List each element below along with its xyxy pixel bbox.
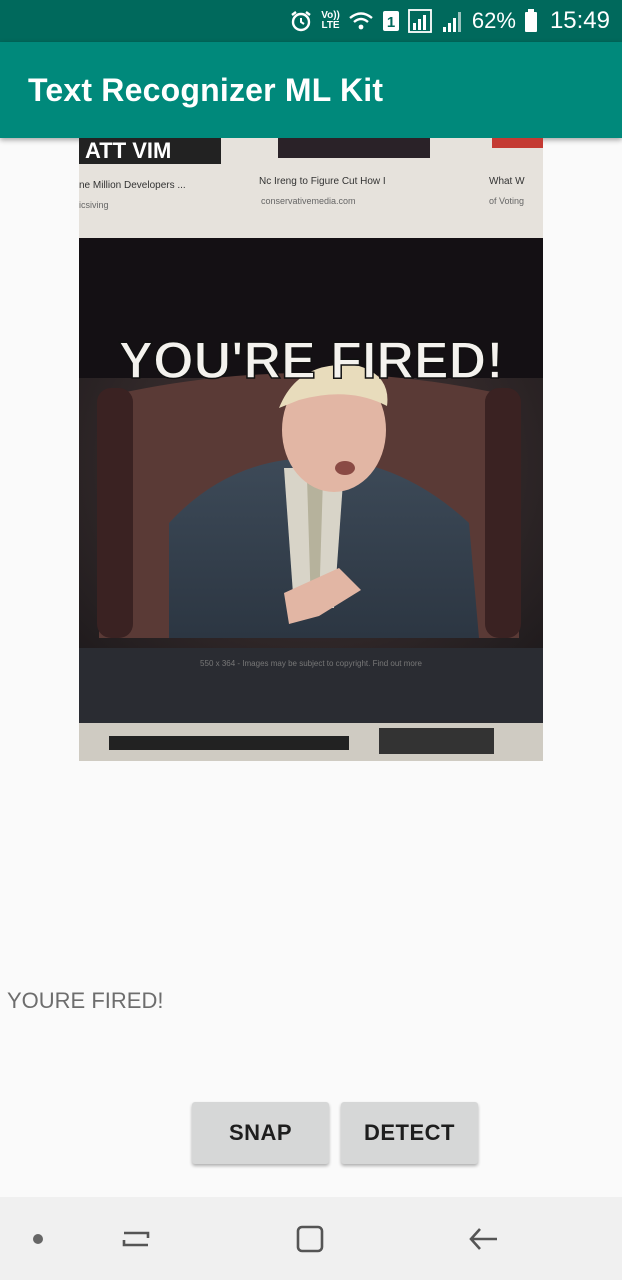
back-icon[interactable]	[458, 1197, 510, 1280]
snippet-1: ne Million Developers ...	[79, 180, 186, 191]
signal-icon-2	[442, 9, 464, 33]
status-bar: Vo)) LTE 1 62% 15:49	[0, 0, 622, 42]
sim-1-icon: 1	[382, 10, 400, 32]
snippet-2: Nc Ireng to Figure Cut How I	[259, 176, 386, 187]
detect-button[interactable]: DETECT	[341, 1102, 478, 1164]
home-icon[interactable]	[284, 1197, 336, 1280]
app-bar: Text Recognizer ML Kit	[0, 42, 622, 138]
copyright-snippet: 550 x 364 - Images may be subject to cop…	[200, 659, 422, 668]
recent-apps-icon[interactable]	[110, 1197, 162, 1280]
snippet-sub-2: conservativemedia.com	[261, 196, 356, 206]
snap-button[interactable]: SNAP	[192, 1102, 329, 1164]
snippet-sub-1: icsiving	[79, 200, 109, 210]
svg-text:ATT VIM: ATT VIM	[85, 138, 171, 163]
snippet-3: What W	[489, 176, 525, 187]
dot-icon[interactable]	[20, 1197, 56, 1280]
volte-icon: Vo)) LTE	[321, 10, 340, 31]
recognized-text: YOURE FIRED!	[7, 988, 164, 1013]
wifi-icon	[348, 10, 374, 32]
snippet-sub-3: of Voting	[489, 196, 524, 206]
signal-icon	[407, 9, 434, 33]
battery-percent: 62%	[471, 8, 516, 33]
app-title: Text Recognizer ML Kit	[28, 71, 384, 108]
meme-caption: YOU'RE FIRED!	[118, 332, 503, 390]
battery-icon	[524, 9, 538, 33]
clock: 15:49	[549, 7, 610, 34]
sim-number: 1	[387, 14, 395, 31]
navigation-bar	[0, 1197, 622, 1280]
captured-photo: ATT VIM ne Million Developers ... Nc Ire…	[79, 138, 543, 761]
alarm-icon	[289, 9, 313, 33]
